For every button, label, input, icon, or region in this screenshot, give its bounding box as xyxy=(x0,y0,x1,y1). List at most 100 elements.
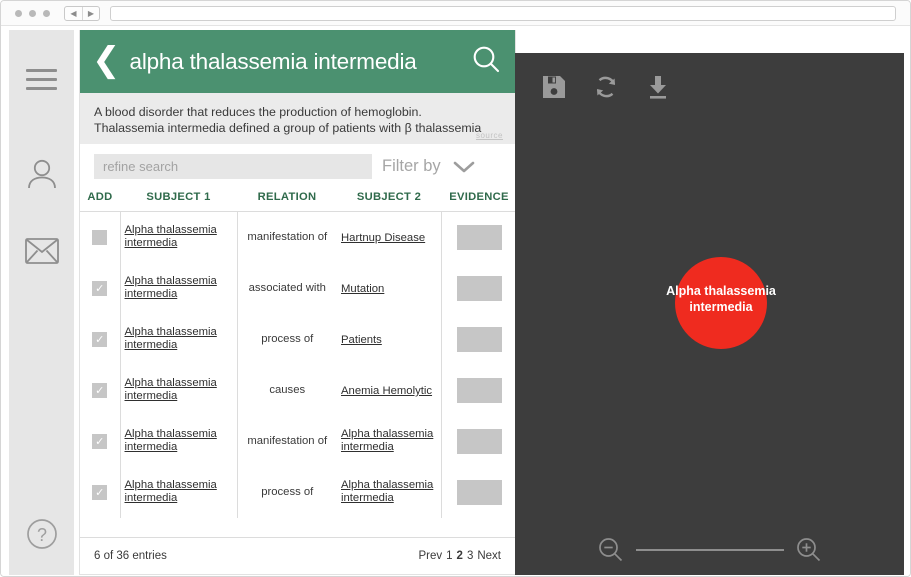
column-header-relation: RELATION xyxy=(237,187,337,212)
back-chevron-icon[interactable]: ❮ xyxy=(92,43,121,77)
app-root: ? ❮ alpha thalassemia intermedia A blood… xyxy=(1,26,910,576)
row-relation-cell: manifestation of xyxy=(236,415,337,467)
row-subject1-cell: Alpha thalassemia intermedia xyxy=(120,263,237,314)
column-header-subject1: SUBJECT 1 xyxy=(120,187,237,212)
pagination-next[interactable]: Next xyxy=(477,550,501,562)
zoom-controls xyxy=(515,535,904,565)
row-relation-cell: causes xyxy=(236,364,337,416)
subject2-link[interactable]: Mutation xyxy=(341,283,384,296)
download-button[interactable] xyxy=(645,74,671,100)
browser-window: ◀ ▶ ? ❮ alpha thalassemia intermedia A b… xyxy=(0,0,911,577)
subject2-link[interactable]: Patients xyxy=(341,334,382,347)
subject2-link[interactable]: Alpha thalassemia intermedia xyxy=(341,428,437,454)
graph-panel: Alpha thalassemia intermedia xyxy=(515,53,904,575)
forward-button[interactable]: ▶ xyxy=(82,6,99,20)
graph-node-circle[interactable] xyxy=(675,257,767,349)
subject2-link[interactable]: Alpha thalassemia intermedia xyxy=(341,479,437,505)
table-row: Alpha thalassemia intermedia process of Al… xyxy=(80,466,517,518)
zoom-in-icon xyxy=(796,538,820,562)
pagination-page-1[interactable]: 1 xyxy=(446,550,452,562)
description-text: A blood disorder that reduces the produc… xyxy=(94,105,482,135)
sidebar-item-menu[interactable] xyxy=(9,54,74,104)
row-subject2-cell: Anemia Hemolytic xyxy=(337,365,441,416)
pagination-page-3[interactable]: 3 xyxy=(467,550,473,562)
browser-chrome-bar: ◀ ▶ xyxy=(1,1,910,26)
question-circle-icon: ? xyxy=(26,519,57,549)
left-sidebar: ? xyxy=(9,30,74,575)
relation-text: manifestation of xyxy=(247,434,328,447)
save-button[interactable] xyxy=(541,74,567,100)
page-title: alpha thalassemia intermedia xyxy=(129,48,417,74)
relation-text: causes xyxy=(269,383,306,396)
sidebar-item-help[interactable]: ? xyxy=(9,509,74,559)
subject1-link[interactable]: Alpha thalassemia intermedia xyxy=(125,326,233,352)
minimize-dot-icon[interactable] xyxy=(29,9,36,17)
row-checkbox[interactable] xyxy=(92,433,108,449)
zoom-in-button[interactable] xyxy=(794,535,824,565)
chevron-down-icon[interactable] xyxy=(451,159,477,175)
row-checkbox[interactable] xyxy=(92,280,108,296)
row-add-cell xyxy=(80,364,121,416)
row-add-cell xyxy=(80,262,121,314)
evidence-bar[interactable] xyxy=(456,428,502,454)
back-button[interactable]: ◀ xyxy=(65,7,82,20)
table-row: Alpha thalassemia intermedia process of Pa… xyxy=(80,313,517,365)
column-header-evidence: EVIDENCE xyxy=(441,187,517,212)
row-subject2-cell: Patients xyxy=(337,314,441,365)
filter-by-label: Filter by xyxy=(382,157,441,175)
row-evidence-cell xyxy=(440,415,517,467)
download-icon xyxy=(650,76,666,99)
table-header: ADD SUBJECT 1 RELATION SUBJECT 2 EVIDENC… xyxy=(80,187,517,212)
evidence-bar[interactable] xyxy=(456,479,502,505)
table-body: Alpha thalassemia intermedia manifestatio… xyxy=(80,211,517,518)
row-subject1-cell: Alpha thalassemia intermedia xyxy=(120,314,237,365)
close-dot-icon[interactable] xyxy=(15,9,22,17)
row-subject1-cell: Alpha thalassemia intermedia xyxy=(120,365,237,416)
search-icon[interactable] xyxy=(471,44,501,79)
evidence-bar[interactable] xyxy=(456,377,502,403)
row-add-cell xyxy=(80,415,121,467)
svg-text:?: ? xyxy=(36,525,46,545)
person-icon xyxy=(27,159,56,189)
subject1-link[interactable]: Alpha thalassemia intermedia xyxy=(125,428,233,454)
sync-icon xyxy=(596,76,616,98)
maximize-dot-icon[interactable] xyxy=(43,9,50,17)
zoom-slider[interactable] xyxy=(635,549,784,551)
row-subject2-cell: Mutation xyxy=(337,263,441,314)
row-evidence-cell xyxy=(440,262,517,314)
sidebar-item-messages[interactable] xyxy=(9,226,74,276)
row-checkbox[interactable] xyxy=(92,229,108,245)
floppy-disk-icon xyxy=(543,76,565,98)
row-checkbox[interactable] xyxy=(92,331,108,347)
subject1-link[interactable]: Alpha thalassemia intermedia xyxy=(125,377,233,403)
zoom-out-icon xyxy=(598,538,622,562)
row-checkbox[interactable] xyxy=(92,484,108,500)
row-relation-cell: associated with xyxy=(236,262,337,314)
refresh-button[interactable] xyxy=(593,74,619,100)
row-subject2-cell: Hartnup Disease xyxy=(337,212,441,263)
evidence-bar[interactable] xyxy=(456,326,502,352)
evidence-bar[interactable] xyxy=(456,224,502,250)
entries-count: 6 of 36 entries xyxy=(94,550,167,562)
address-bar[interactable] xyxy=(110,5,896,21)
row-relation-cell: process of xyxy=(236,313,337,365)
subject1-link[interactable]: Alpha thalassemia intermedia xyxy=(125,224,233,250)
subject2-link[interactable]: Anemia Hemolytic xyxy=(341,385,432,398)
row-checkbox[interactable] xyxy=(92,382,108,398)
row-add-cell xyxy=(80,313,121,365)
pagination-page-2[interactable]: 2 xyxy=(457,550,463,562)
sidebar-item-user[interactable] xyxy=(9,149,74,199)
subject1-link[interactable]: Alpha thalassemia intermedia xyxy=(125,479,233,505)
table-row: Alpha thalassemia intermedia manifestatio… xyxy=(80,415,517,467)
row-relation-cell: process of xyxy=(236,466,337,518)
row-evidence-cell xyxy=(440,313,517,365)
source-link[interactable]: source xyxy=(476,131,503,140)
search-input[interactable] xyxy=(94,154,372,179)
subject1-link[interactable]: Alpha thalassemia intermedia xyxy=(125,275,233,301)
zoom-out-button[interactable] xyxy=(596,535,626,565)
pagination-prev[interactable]: Prev xyxy=(418,550,442,562)
subject2-link[interactable]: Hartnup Disease xyxy=(341,232,425,245)
relation-text: manifestation of xyxy=(247,230,328,243)
table-footer: 6 of 36 entries Prev 1 2 3 Next xyxy=(80,537,515,574)
evidence-bar[interactable] xyxy=(456,275,502,301)
